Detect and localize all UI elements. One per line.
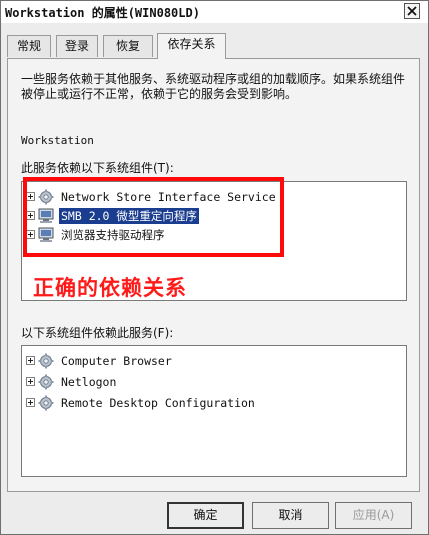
annotation-text: 正确的依赖关系 — [33, 276, 187, 300]
depends-on-label: 此服务依赖以下系统组件(T): — [21, 161, 174, 175]
dependents-label: 以下系统组件依赖此服务(F): — [21, 326, 174, 340]
tree-item-label: Remote Desktop Configuration — [61, 395, 255, 410]
expand-icon[interactable] — [26, 230, 35, 239]
tab-recovery[interactable]: 恢复 — [103, 35, 153, 57]
expand-icon[interactable] — [26, 356, 35, 365]
tab-dependencies[interactable]: 依存关系 — [157, 33, 226, 59]
title-bar: Workstation 的属性(WIN080LD) — [1, 1, 428, 23]
cancel-button[interactable]: 取消 — [252, 502, 329, 529]
tree-item-label: Computer Browser — [61, 353, 172, 368]
tree-item-label: Network Store Interface Service — [61, 189, 276, 204]
properties-dialog: Workstation 的属性(WIN080LD) 常规 登录 恢复 依存关系 … — [0, 0, 429, 535]
expand-icon[interactable] — [26, 211, 35, 220]
tree-item[interactable]: 浏览器支持驱动程序 — [26, 226, 167, 243]
tree-item[interactable]: Remote Desktop Configuration — [26, 394, 257, 411]
tree-item[interactable]: SMB 2.0 微型重定向程序 — [26, 207, 199, 224]
description-text: 一些服务依赖于其他服务、系统驱动程序或组的加载顺序。如果系统组件被停止或运行不正… — [21, 72, 406, 101]
dependents-tree[interactable]: Computer Browser Netlogon Remote Desktop… — [21, 345, 407, 477]
tree-item-label: 浏览器支持驱动程序 — [61, 227, 165, 242]
tree-item[interactable]: Network Store Interface Service — [26, 188, 278, 205]
gear-service-icon — [38, 189, 54, 204]
apply-button[interactable]: 应用(A) — [335, 502, 412, 529]
close-button[interactable] — [404, 3, 420, 19]
expand-icon[interactable] — [26, 377, 35, 386]
tab-general[interactable]: 常规 — [7, 35, 51, 57]
gear-service-icon — [38, 353, 54, 368]
computer-icon — [38, 227, 54, 242]
gear-service-icon — [38, 395, 54, 410]
expand-icon[interactable] — [26, 398, 35, 407]
ok-button[interactable]: 确定 — [167, 502, 244, 529]
computer-icon — [38, 208, 54, 223]
tree-item[interactable]: Netlogon — [26, 373, 118, 390]
tree-item-label: Netlogon — [61, 374, 117, 389]
tree-item[interactable]: Computer Browser — [26, 352, 174, 369]
gear-service-icon — [38, 374, 54, 389]
close-icon — [407, 6, 417, 16]
service-name: Workstation — [21, 134, 94, 147]
expand-icon[interactable] — [26, 192, 35, 201]
tab-logon[interactable]: 登录 — [56, 35, 98, 57]
window-title: Workstation 的属性(WIN080LD) — [5, 6, 200, 20]
tree-item-label: SMB 2.0 微型重定向程序 — [59, 207, 199, 224]
